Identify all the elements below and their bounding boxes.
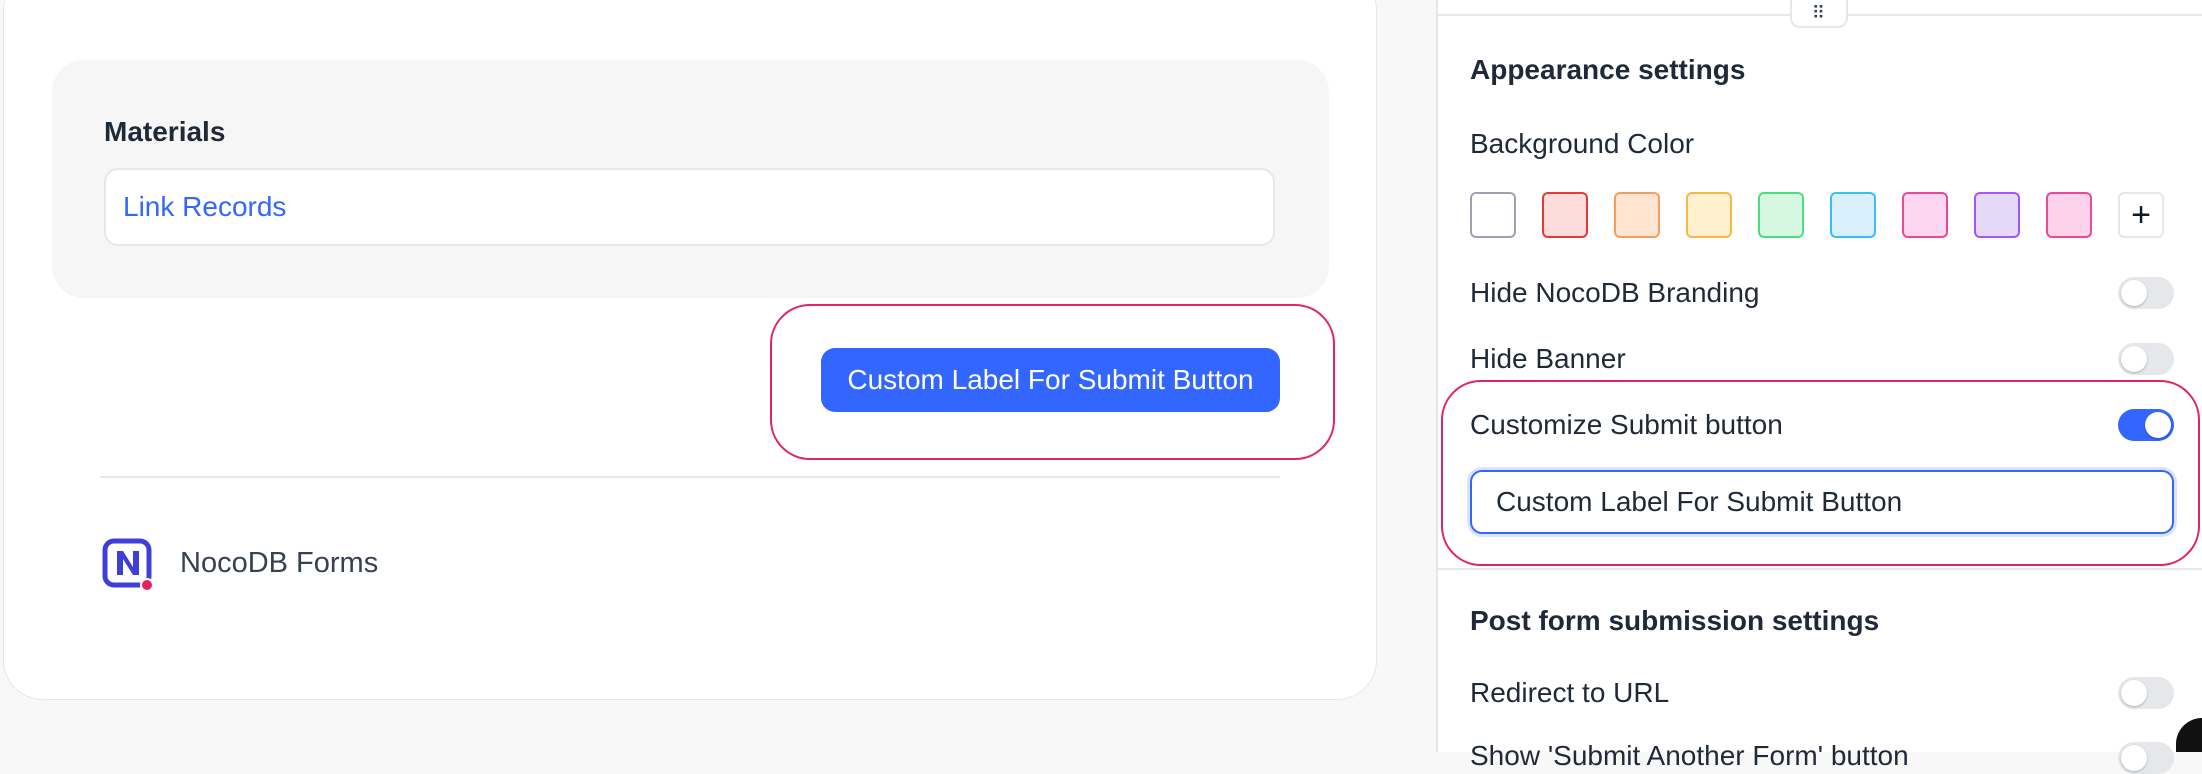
toggle-knob — [2145, 412, 2171, 438]
redirect-to-url-label: Redirect to URL — [1470, 677, 1670, 708]
color-swatch[interactable] — [2046, 192, 2092, 238]
brand-name: NocoDB Forms — [180, 547, 379, 579]
color-swatch[interactable] — [1542, 192, 1588, 238]
toggle-knob — [2121, 680, 2147, 706]
form-footer-divider — [100, 476, 1280, 478]
color-swatch[interactable] — [1614, 192, 1660, 238]
background-color-label: Background Color — [1470, 128, 1695, 159]
materials-field-label: Materials — [104, 116, 226, 147]
color-swatch[interactable] — [1686, 192, 1732, 238]
submit-label-input[interactable] — [1470, 470, 2174, 534]
link-records-input[interactable]: Link Records — [104, 168, 1275, 246]
color-swatch[interactable] — [1830, 192, 1876, 238]
color-swatch[interactable] — [1902, 192, 1948, 238]
color-swatch[interactable] — [1758, 192, 1804, 238]
redirect-to-url-toggle[interactable] — [2118, 677, 2174, 709]
hide-branding-label: Hide NocoDB Branding — [1470, 277, 1760, 308]
submit-button[interactable]: Custom Label For Submit Button — [821, 348, 1280, 412]
hide-banner-label: Hide Banner — [1470, 343, 1626, 374]
toggle-knob — [2121, 346, 2147, 372]
color-swatch[interactable] — [1470, 192, 1516, 238]
form-settings-panel — [1436, 0, 2202, 752]
add-color-button[interactable]: + — [2118, 192, 2164, 238]
toggle-knob — [2121, 280, 2147, 306]
hide-banner-toggle[interactable] — [2118, 343, 2174, 375]
post-submission-settings-title: Post form submission settings — [1470, 605, 1880, 636]
settings-section-divider — [1438, 568, 2202, 570]
nocodb-logo-icon — [102, 538, 154, 592]
color-swatch[interactable] — [1974, 192, 2020, 238]
hide-branding-toggle[interactable] — [2118, 277, 2174, 309]
customize-submit-label: Customize Submit button — [1470, 409, 1783, 440]
appearance-settings-title: Appearance settings — [1470, 54, 1746, 85]
show-submit-another-label: Show 'Submit Another Form' button — [1470, 740, 1909, 771]
customize-submit-toggle[interactable] — [2118, 409, 2174, 441]
drag-handle-icon[interactable]: ⠿ — [1790, 0, 1848, 28]
link-records-label[interactable]: Link Records — [123, 191, 286, 223]
toggle-knob — [2121, 745, 2147, 771]
show-submit-another-toggle[interactable] — [2118, 742, 2174, 774]
